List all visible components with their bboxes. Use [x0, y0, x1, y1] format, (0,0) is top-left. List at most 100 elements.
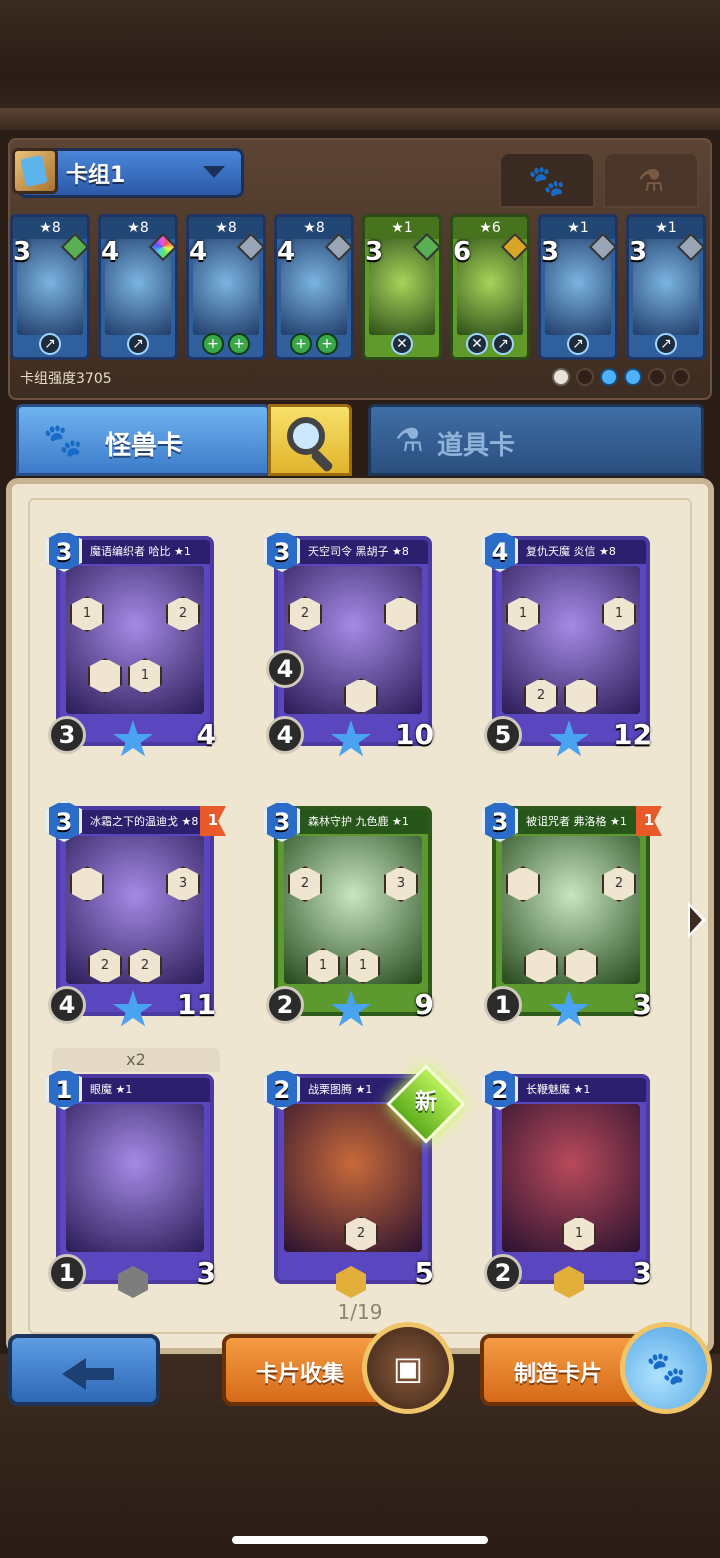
- search-icon-handle: [309, 448, 335, 474]
- deck-card-cost: 3: [365, 237, 384, 267]
- tab-monster-label: 怪兽卡: [105, 431, 184, 461]
- top-wood-frame: [0, 0, 720, 130]
- card-health: 12: [612, 716, 652, 754]
- paw-icon: 🐾: [43, 421, 83, 459]
- flask-icon: ⚗: [395, 421, 424, 459]
- skill-badge: +: [290, 333, 312, 355]
- skill-badge: +: [316, 333, 338, 355]
- deck-card[interactable]: ★6 6 ✕ ↗: [450, 214, 530, 360]
- flask-icon: ⚗: [637, 164, 665, 199]
- skill-badge: ↗: [567, 333, 589, 355]
- page-indicator: 1/19: [337, 1300, 383, 1324]
- new-badge-label: 新: [414, 1090, 437, 1115]
- potion-icon[interactable]: 🐾: [620, 1322, 712, 1414]
- search-icon: [287, 417, 325, 455]
- card-art: [66, 1104, 204, 1252]
- card-dice-value: 4: [266, 650, 304, 688]
- search-button[interactable]: [268, 404, 352, 476]
- card-collection-label: 卡片收集: [256, 1362, 345, 1387]
- card-name: 被诅咒者 弗洛格 ★1: [496, 810, 646, 834]
- card-health: 4: [176, 716, 216, 754]
- deck-card[interactable]: ★8 4 + +: [274, 214, 354, 360]
- dark-element-icon[interactable]: [672, 368, 690, 386]
- deck-name: 卡组1: [66, 163, 126, 188]
- monster-card[interactable]: 长鞭魅魔 ★1 1 2 2 3: [482, 1068, 656, 1298]
- next-page-arrow-icon[interactable]: [688, 902, 706, 938]
- card-name: 冰霜之下的温迪戈 ★8: [60, 810, 210, 834]
- skill-badge: +: [228, 333, 250, 355]
- skill-badge: ✕: [391, 333, 413, 355]
- nature-element-icon[interactable]: [600, 368, 618, 386]
- skill-badge: ↗: [127, 333, 149, 355]
- monster-card[interactable]: 森林守护 九色鹿 ★1 2 3 1 1 3 2 9: [264, 800, 438, 1028]
- element-filter-row: [552, 368, 690, 386]
- deck-card-cost: 4: [277, 237, 296, 267]
- deck-card-row: ★8 3 ↗ ★8 4 ↗ ★8 4 + + ★8 4 + + ★1 3 ✕ ★…: [10, 214, 710, 362]
- water-element-icon[interactable]: [624, 368, 642, 386]
- wind-element-icon[interactable]: [648, 368, 666, 386]
- card-health: 11: [176, 986, 216, 1024]
- back-arrow-icon: [62, 1358, 114, 1390]
- skill-badge: ↗: [39, 333, 61, 355]
- card-attack: 4: [48, 986, 86, 1024]
- chevron-down-icon[interactable]: [203, 166, 225, 178]
- monster-card[interactable]: 眼魔 ★1 1 1 3: [46, 1068, 220, 1298]
- tab-monster-deck[interactable]: 🐾: [499, 152, 595, 208]
- monster-card[interactable]: 冰霜之下的温迪戈 ★8 3 2 2 3 1 4 11: [46, 800, 226, 1028]
- tab-item-cards[interactable]: ⚗ 道具卡: [368, 404, 704, 476]
- card-attack: 4: [266, 716, 304, 754]
- card-attack: 2: [484, 1254, 522, 1292]
- tab-item-deck[interactable]: ⚗: [603, 152, 699, 208]
- deck-card[interactable]: ★8 4 + +: [186, 214, 266, 360]
- card-health: 3: [176, 1254, 216, 1292]
- card-attack: 1: [484, 986, 522, 1024]
- deck-card-cost: 3: [629, 237, 648, 267]
- card-name: 复仇天魔 炎信 ★8: [496, 540, 646, 564]
- deck-card-cost: 3: [541, 237, 560, 267]
- card-name: 眼魔 ★1: [60, 1078, 210, 1102]
- monster-card[interactable]: 天空司令 黑胡子 ★8 2 3 4 4 10: [264, 530, 438, 758]
- deck-card[interactable]: ★8 4 ↗: [98, 214, 178, 360]
- tab-items-label: 道具卡: [437, 431, 516, 461]
- deck-card-cost: 3: [13, 237, 32, 267]
- card-pack-icon[interactable]: ▣: [362, 1322, 454, 1414]
- deck-card-cost: 4: [101, 237, 120, 267]
- card-pack-glyph: ▣: [392, 1349, 424, 1387]
- paw-icon: 🐾: [528, 164, 566, 199]
- card-name: 魔语编织者 哈比 ★1: [60, 540, 210, 564]
- card-attack: 3: [48, 716, 86, 754]
- deck-card-cost: 4: [189, 237, 208, 267]
- card-name: 长鞭魅魔 ★1: [496, 1078, 646, 1102]
- card-health: 9: [394, 986, 434, 1024]
- card-attack: 5: [484, 716, 522, 754]
- deck-card[interactable]: ★1 3 ↗: [538, 214, 618, 360]
- tab-monster-cards[interactable]: 🐾 怪兽卡: [16, 404, 270, 476]
- monster-card[interactable]: 被诅咒者 弗洛格 ★1 2 3 1 1 3: [482, 800, 662, 1028]
- skill-badge: +: [202, 333, 224, 355]
- deck-card[interactable]: ★8 3 ↗: [10, 214, 90, 360]
- skill-badge: ✕: [466, 333, 488, 355]
- home-indicator[interactable]: [232, 1536, 488, 1544]
- card-name: 森林守护 九色鹿 ★1: [278, 810, 428, 834]
- skill-badge: ↗: [655, 333, 677, 355]
- deck-card[interactable]: ★1 3 ✕: [362, 214, 442, 360]
- card-art: [66, 566, 204, 714]
- card-health: 3: [612, 1254, 652, 1292]
- back-button[interactable]: [8, 1334, 160, 1406]
- card-attack: 2: [266, 986, 304, 1024]
- monster-card[interactable]: 魔语编织者 哈比 ★1 1 2 1 3 3 4: [46, 530, 220, 758]
- skill-badge: ↗: [492, 333, 514, 355]
- deck-card-cost: 6: [453, 237, 472, 267]
- card-health: 3: [612, 986, 652, 1024]
- deck-book-icon: [12, 148, 58, 194]
- craft-card-label: 制造卡片: [514, 1362, 603, 1387]
- card-health: 5: [394, 1254, 434, 1292]
- deck-card[interactable]: ★1 3 ↗: [626, 214, 706, 360]
- card-name: 天空司令 黑胡子 ★8: [278, 540, 428, 564]
- fire-element-icon[interactable]: [576, 368, 594, 386]
- potion-glyph: 🐾: [646, 1349, 686, 1387]
- all-element-icon[interactable]: [552, 368, 570, 386]
- card-attack: 1: [48, 1254, 86, 1292]
- deck-strength: 卡组强度3705: [20, 371, 112, 387]
- monster-card[interactable]: 复仇天魔 炎信 ★8 1 1 2 4 5 12: [482, 530, 656, 758]
